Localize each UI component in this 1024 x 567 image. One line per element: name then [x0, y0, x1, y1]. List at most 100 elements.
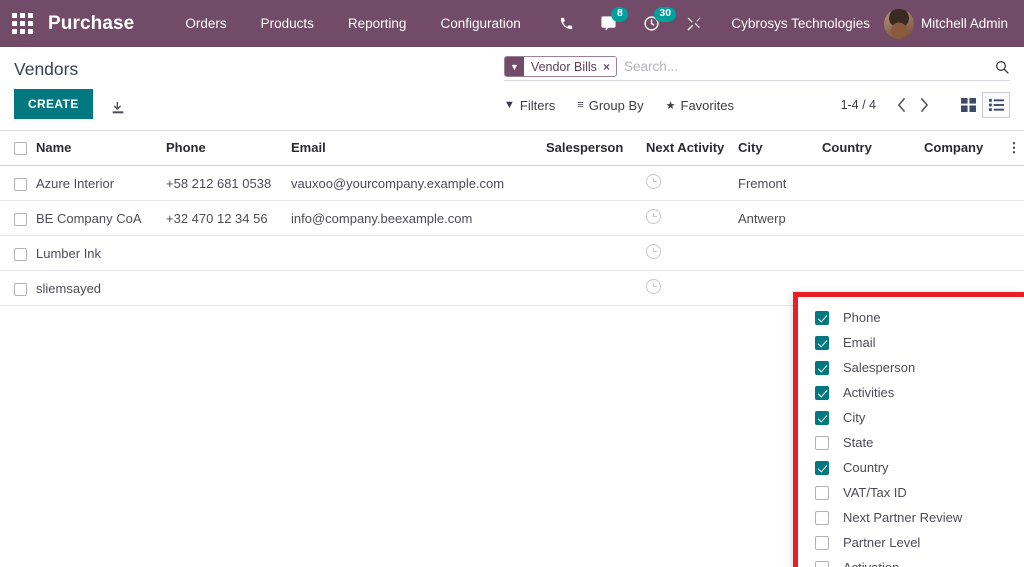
nav-item-products[interactable]: Products [244, 0, 331, 47]
checkbox-checked-icon[interactable] [815, 460, 829, 475]
chevron-left-icon[interactable] [890, 98, 913, 112]
create-button[interactable]: CREATE [14, 89, 93, 119]
checkbox-unchecked-icon[interactable] [815, 485, 829, 500]
column-header-city[interactable]: City [738, 131, 822, 167]
table-row[interactable]: Azure Interior +58 212 681 0538 vauxoo@y… [0, 165, 1024, 202]
row-checkbox[interactable] [14, 282, 27, 296]
cell-country [822, 165, 924, 202]
messages-icon[interactable]: 8 [587, 0, 630, 47]
column-header-email[interactable]: Email [291, 131, 546, 167]
checkbox-unchecked-icon[interactable] [815, 535, 829, 550]
optional-column-label: Phone [843, 310, 881, 325]
column-header-phone[interactable]: Phone [166, 131, 291, 167]
cell-email [291, 270, 546, 307]
group-by-dropdown[interactable]: ≡ Group By [577, 98, 643, 113]
messages-count-badge: 8 [611, 7, 629, 22]
search-bar: ▼ Vendor Bills × [504, 56, 1010, 81]
user-menu[interactable]: Mitchell Admin [883, 8, 1014, 39]
list-view-icon[interactable] [982, 92, 1010, 118]
optional-column-partner-level[interactable]: Partner Level [798, 530, 1024, 555]
phone-icon[interactable] [546, 0, 587, 47]
chevron-right-icon[interactable] [913, 98, 936, 112]
navbar-right-group: 8 30 Cybrosys Technologies Mitchell Admi… [546, 0, 1024, 47]
search-icon[interactable] [986, 59, 1010, 75]
cell-name: sliemsayed [36, 270, 166, 307]
app-brand-purchase[interactable]: Purchase [48, 13, 134, 35]
optional-columns-toggle[interactable]: ⋮ [1004, 131, 1024, 167]
optional-column-label: State [843, 435, 874, 450]
optional-column-phone[interactable]: Phone [798, 305, 1024, 330]
optional-column-city[interactable]: City [798, 405, 1024, 430]
column-header-company[interactable]: Company [924, 131, 1004, 167]
filter-funnel-icon: ▼ [505, 57, 524, 76]
filters-dropdown[interactable]: ▼ Filters [504, 98, 555, 113]
kanban-view-icon[interactable] [954, 92, 982, 118]
table-row[interactable]: BE Company CoA +32 470 12 34 56 info@com… [0, 200, 1024, 237]
checkbox-checked-icon[interactable] [815, 410, 829, 425]
table-header-row: Name Phone Email Salesperson Next Activi… [0, 131, 1024, 167]
optional-column-state[interactable]: State [798, 430, 1024, 455]
group-by-icon: ≡ [577, 99, 584, 111]
table-row[interactable]: Lumber Ink [0, 235, 1024, 272]
checkbox-checked-icon[interactable] [815, 360, 829, 375]
nav-item-reporting[interactable]: Reporting [331, 0, 424, 47]
filter-row: ▼ Filters ≡ Group By ★ Favorites 1-4 / 4 [504, 91, 1010, 119]
view-switcher [954, 92, 1010, 118]
column-header-name[interactable]: Name [36, 131, 166, 167]
cell-phone: +58 212 681 0538 [166, 165, 291, 202]
search-facet-remove-icon[interactable]: × [601, 57, 616, 76]
checkbox-unchecked-icon[interactable] [815, 560, 829, 567]
search-facet-label: Vendor Bills [523, 57, 602, 76]
column-header-next-activity[interactable]: Next Activity [646, 131, 738, 167]
checkbox-checked-icon[interactable] [815, 335, 829, 350]
cell-city: Antwerp [738, 200, 822, 237]
column-header-country[interactable]: Country [822, 131, 924, 167]
optional-column-activities[interactable]: Activities [798, 380, 1024, 405]
funnel-icon: ▼ [504, 99, 515, 111]
control-panel-right: ▼ Vendor Bills × ▼ Filters [504, 47, 1010, 119]
import-download-icon[interactable] [110, 100, 126, 116]
nav-item-configuration[interactable]: Configuration [423, 0, 537, 47]
table-body: Azure Interior +58 212 681 0538 vauxoo@y… [0, 165, 1024, 307]
vendors-table: Name Phone Email Salesperson Next Activi… [0, 131, 1024, 307]
optional-column-email[interactable]: Email [798, 330, 1024, 355]
clock-icon[interactable] [646, 209, 661, 225]
cell-salesperson [546, 200, 646, 237]
optional-column-salesperson[interactable]: Salesperson [798, 355, 1024, 380]
pager: 1-4 / 4 [841, 92, 1010, 118]
favorites-label: Favorites [680, 97, 734, 113]
group-by-label: Group By [588, 97, 644, 113]
checkbox-checked-icon[interactable] [815, 310, 829, 325]
apps-grid-icon[interactable] [12, 12, 34, 35]
select-all-checkbox[interactable] [14, 142, 27, 156]
avatar [883, 8, 914, 39]
row-checkbox[interactable] [14, 212, 27, 226]
company-switcher[interactable]: Cybrosys Technologies [715, 16, 884, 31]
search-input[interactable] [623, 59, 986, 74]
cell-email: vauxoo@yourcompany.example.com [291, 165, 546, 202]
optional-column-country[interactable]: Country [798, 455, 1024, 480]
optional-column-label: City [843, 410, 866, 425]
cell-next-activity [646, 270, 738, 307]
search-facet-vendor-bills[interactable]: ▼ Vendor Bills × [504, 56, 617, 77]
optional-column-label: VAT/Tax ID [843, 485, 907, 500]
checkbox-checked-icon[interactable] [815, 385, 829, 400]
cell-city: Fremont [738, 165, 822, 202]
checkbox-unchecked-icon[interactable] [815, 510, 829, 525]
row-checkbox[interactable] [14, 247, 27, 261]
column-header-salesperson[interactable]: Salesperson [546, 131, 646, 167]
checkbox-unchecked-icon[interactable] [815, 435, 829, 450]
optional-column-next-partner-review[interactable]: Next Partner Review [798, 505, 1024, 530]
activities-clock-icon[interactable]: 30 [630, 0, 677, 47]
select-all-header [0, 131, 36, 167]
row-checkbox[interactable] [14, 177, 27, 191]
clock-icon[interactable] [646, 244, 661, 260]
nav-item-orders[interactable]: Orders [168, 0, 243, 47]
cell-salesperson [546, 270, 646, 307]
optional-column-vat-tax-id[interactable]: VAT/Tax ID [798, 480, 1024, 505]
clock-icon[interactable] [646, 174, 661, 190]
favorites-dropdown[interactable]: ★ Favorites [666, 98, 734, 113]
clock-icon[interactable] [646, 279, 661, 295]
optional-column-activation[interactable]: Activation [798, 555, 1024, 567]
tools-icon[interactable] [673, 0, 715, 47]
